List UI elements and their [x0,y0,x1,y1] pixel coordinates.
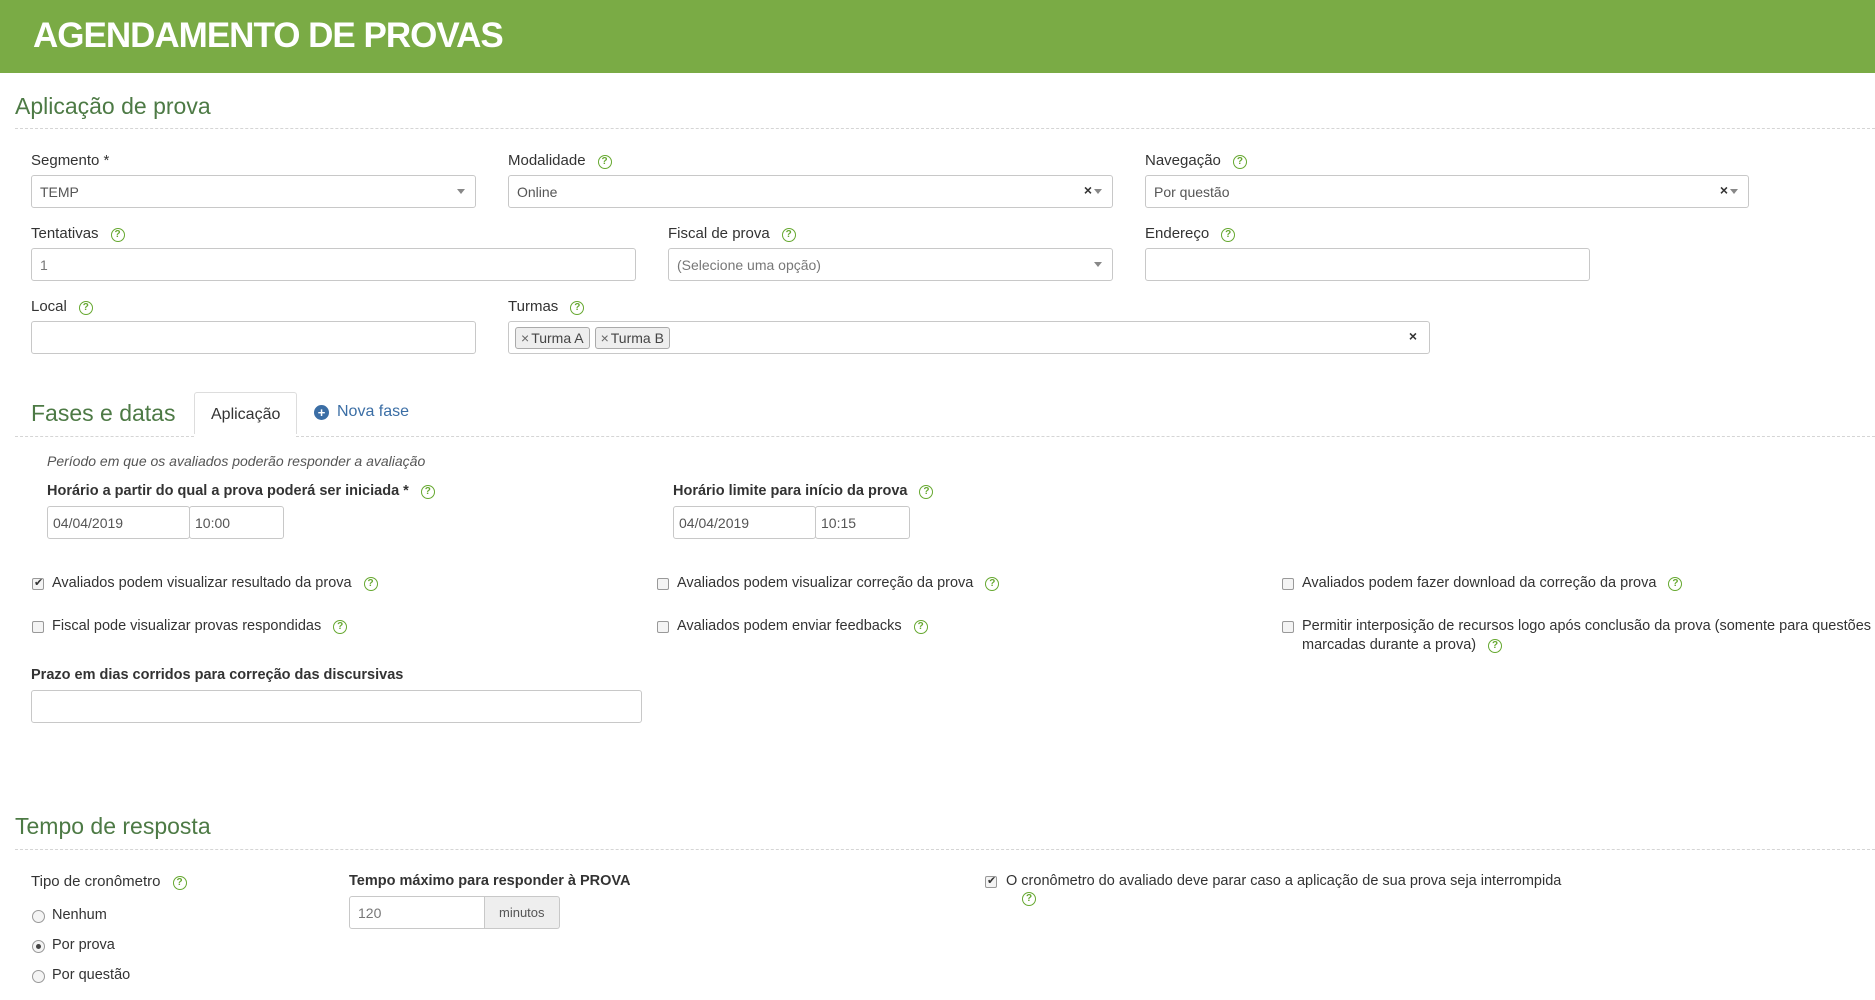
tag-label: Turma B [610,330,664,346]
download-correcao-checkbox[interactable] [1282,578,1294,590]
help-icon[interactable]: ? [919,485,934,499]
section-title-tempo: Tempo de resposta [15,813,211,839]
radio-por-questao-label: Por questão [52,967,131,983]
feedbacks-checkbox[interactable] [657,621,669,633]
navegacao-label: Navegação? [1145,152,1247,169]
ver-resultado-option: Avaliados podem visualizar resultado da … [52,575,378,591]
period-note: Período em que os avaliados poderão resp… [47,453,426,469]
local-input[interactable] [31,321,476,354]
radio-por-prova-label: Por prova [52,937,115,953]
help-icon[interactable]: ? [781,228,796,242]
segmento-label: Segmento * [31,152,110,169]
help-icon[interactable]: ? [78,301,93,315]
help-icon[interactable]: ? [1022,892,1036,906]
radio-nenhum-label: Nenhum [52,907,107,923]
help-icon[interactable]: ? [1221,228,1236,242]
download-correcao-option: Avaliados podem fazer download da correç… [1302,575,1683,591]
segmento-value: TEMP [40,184,79,200]
remove-tag-icon[interactable]: × [521,330,529,346]
nova-fase-label: Nova fase [337,403,410,420]
navegacao-select[interactable]: Por questão × [1145,175,1749,208]
help-icon[interactable]: ? [570,301,585,315]
help-icon[interactable]: ? [597,155,612,169]
inicio-date-input[interactable]: 04/04/2019 [47,506,190,539]
limite-date-input[interactable]: 04/04/2019 [673,506,816,539]
parar-cronometro-checkbox[interactable] [985,874,997,888]
help-icon[interactable]: ? [363,577,378,591]
prazo-label: Prazo em dias corridos para correção das… [31,667,404,683]
prazo-input[interactable] [31,690,642,723]
tentativas-label: Tentativas? [31,225,125,242]
inicio-label: Horário a partir do qual a prova poderá … [47,483,435,499]
radio-por-prova[interactable] [32,940,45,953]
chevron-down-icon [1730,189,1738,194]
parar-cronometro-option: O cronômetro do avaliado deve parar caso… [1006,873,1562,889]
turma-tag[interactable]: × Turma B [594,327,670,349]
help-icon[interactable]: ? [420,485,435,499]
chevron-down-icon [1094,189,1102,194]
clear-icon[interactable]: × [1409,328,1417,344]
chevron-down-icon [457,189,465,194]
fiscal-ver-checkbox[interactable] [32,621,44,633]
fiscal-label: Fiscal de prova? [668,225,796,242]
clear-icon[interactable]: × [1084,182,1092,198]
fiscal-ver-option: Fiscal pode visualizar provas respondida… [52,618,348,634]
ver-resultado-checkbox[interactable] [32,576,44,590]
tempo-max-label: Tempo máximo para responder à PROVA [349,873,631,889]
help-icon[interactable]: ? [333,620,348,634]
divider [15,128,1875,129]
tentativas-input[interactable]: 1 [31,248,636,281]
section-title-aplicacao: Aplicação de prova [15,93,211,119]
help-icon[interactable]: ? [1232,155,1247,169]
help-icon[interactable]: ? [985,577,1000,591]
local-label: Local? [31,298,93,315]
modalidade-label: Modalidade? [508,152,612,169]
divider [15,849,1875,850]
segmento-select[interactable]: TEMP [31,175,476,208]
help-icon[interactable]: ? [1668,577,1683,591]
modalidade-select[interactable]: Online × [508,175,1113,208]
recursos-checkbox[interactable] [1282,621,1294,633]
endereco-label: Endereço? [1145,225,1236,242]
nova-fase-link[interactable]: + Nova fase [314,403,409,421]
divider [296,436,1875,437]
feedbacks-option: Avaliados podem enviar feedbacks? [677,618,928,634]
help-icon[interactable]: ? [1488,639,1503,653]
section-title-fases: Fases e datas [31,400,176,426]
recursos-option-line1: Permitir interposição de recursos logo a… [1302,618,1872,634]
recursos-option-line2: marcadas durante a prova)? [1302,637,1503,653]
navegacao-value: Por questão [1154,184,1230,200]
endereco-input[interactable] [1145,248,1590,281]
turmas-label: Turmas? [508,298,585,315]
chevron-down-icon [1094,262,1102,267]
radio-nenhum[interactable] [32,910,45,923]
tab-aplicacao[interactable]: Aplicação [194,392,298,434]
limite-time-input[interactable]: 10:15 [815,506,910,539]
tipo-cronometro-label: Tipo de cronômetro? [31,873,187,890]
ver-correcao-checkbox[interactable] [657,578,669,590]
ver-correcao-option: Avaliados podem visualizar correção da p… [677,575,1000,591]
radio-por-questao[interactable] [32,970,45,983]
remove-tag-icon[interactable]: × [601,330,609,346]
limite-label: Horário limite para início da prova? [673,483,934,499]
divider [15,436,194,437]
turmas-multiselect[interactable]: × Turma A × Turma B × [508,321,1430,354]
tempo-max-input[interactable]: 120 [349,896,485,929]
help-icon[interactable]: ? [110,228,125,242]
tag-label: Turma A [531,330,584,346]
plus-circle-icon: + [314,405,329,420]
turma-tag[interactable]: × Turma A [515,327,590,349]
page-header: AGENDAMENTO DE PROVAS [0,0,1875,73]
clear-icon[interactable]: × [1720,182,1728,198]
help-icon[interactable]: ? [913,620,928,634]
fiscal-select[interactable]: (Selecione uma opção) [668,248,1113,281]
help-icon[interactable]: ? [172,876,187,890]
page-title: AGENDAMENTO DE PROVAS [33,16,504,55]
modalidade-value: Online [517,184,558,200]
minutos-addon: minutos [485,896,560,929]
fiscal-placeholder: (Selecione uma opção) [677,257,821,273]
inicio-time-input[interactable]: 10:00 [189,506,284,539]
